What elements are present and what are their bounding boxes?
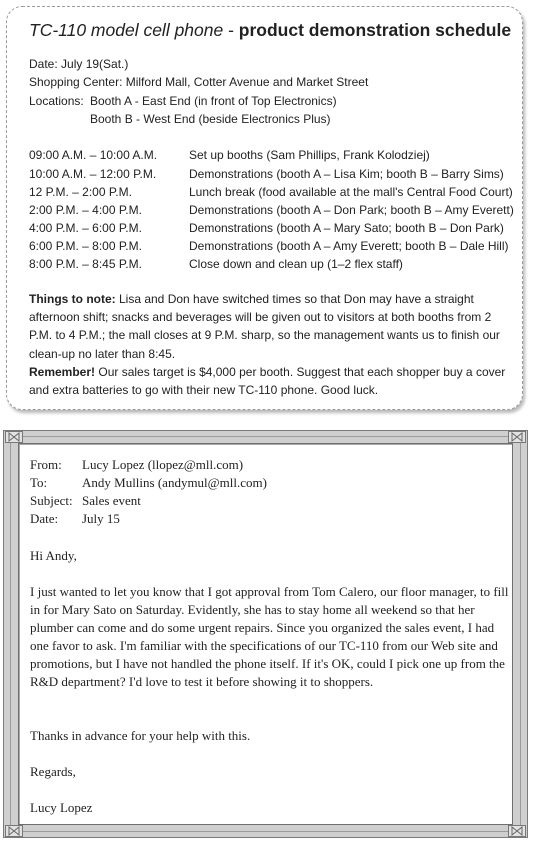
row-event: Demonstrations (booth A – Lisa Kim; boot… xyxy=(189,167,504,181)
email-frame: From: Lucy Lopez (llopez@mll.com) To: An… xyxy=(3,430,528,838)
row-time: 12 P.M. – 2:00 P.M. xyxy=(29,185,132,199)
schedule-row: 8:00 P.M. – 8:45 P.M. Close down and cle… xyxy=(29,257,403,271)
to-value: Andy Mullins (andymul@mll.com) xyxy=(82,475,267,490)
row-time: 10:00 A.M. – 12:00 P.M. xyxy=(29,167,157,181)
schedule-row: 09:00 A.M. – 10:00 A.M. Set up booths (S… xyxy=(29,148,430,162)
note-label: Things to note: xyxy=(29,292,116,306)
email-thanks: Thanks in advance for your help with thi… xyxy=(30,728,251,743)
row-event: Demonstrations (booth A – Amy Everett; b… xyxy=(189,239,509,253)
schedule-date: Date: July 19(Sat.) xyxy=(29,57,129,71)
frame-edge xyxy=(16,436,515,437)
email-closing: Regards, xyxy=(30,764,76,779)
schedule-row: 4:00 P.M. – 6:00 P.M. Demonstrations (bo… xyxy=(29,221,504,235)
row-event: Set up booths (Sam Phillips, Frank Kolod… xyxy=(189,148,430,162)
schedule-row: 10:00 A.M. – 12:00 P.M. Demonstrations (… xyxy=(29,167,504,181)
email-date: Date: July 15 xyxy=(30,511,120,527)
email-subject: Subject: Sales event xyxy=(30,493,141,509)
email-paragraph: I just wanted to let you know that I got… xyxy=(30,584,509,689)
subject-label: Subject: xyxy=(30,493,73,508)
corner-ornament-icon xyxy=(5,431,23,443)
title-heading: product demonstration schedule xyxy=(238,20,512,40)
frame-edge xyxy=(10,443,11,825)
row-time: 8:00 P.M. – 8:45 P.M. xyxy=(29,257,142,271)
things-to-note: Things to note: Lisa and Don have switch… xyxy=(29,290,509,399)
frame-edge xyxy=(16,831,515,832)
frame-edge xyxy=(520,443,521,825)
schedule-location-b: Booth B - West End (beside Electronics P… xyxy=(90,112,331,126)
email-body: From: Lucy Lopez (llopez@mll.com) To: An… xyxy=(18,443,513,825)
title-product: TC-110 model cell phone xyxy=(29,20,224,40)
schedule-row: 6:00 P.M. – 8:00 P.M. Demonstrations (bo… xyxy=(29,239,509,253)
email-signature: Lucy Lopez xyxy=(30,800,93,815)
schedule-location-a: Booth A - East End (in front of Top Elec… xyxy=(90,94,337,108)
email-from: From: Lucy Lopez (llopez@mll.com) xyxy=(30,457,243,473)
subject-value: Sales event xyxy=(82,493,141,508)
row-time: 09:00 A.M. – 10:00 A.M. xyxy=(29,148,158,162)
row-event: Demonstrations (booth A – Mary Sato; boo… xyxy=(189,221,504,235)
corner-ornament-icon xyxy=(508,825,526,837)
row-event: Demonstrations (booth A – Don Park; boot… xyxy=(189,203,514,217)
row-time: 2:00 P.M. – 4:00 P.M. xyxy=(29,203,142,217)
to-label: To: xyxy=(30,475,48,490)
remember-label: Remember! xyxy=(29,364,96,379)
schedule-row: 2:00 P.M. – 4:00 P.M. Demonstrations (bo… xyxy=(29,203,514,217)
email-greeting: Hi Andy, xyxy=(30,548,77,563)
from-label: From: xyxy=(30,457,62,472)
title-separator: - xyxy=(223,20,239,40)
date-value: July 15 xyxy=(82,511,120,526)
from-value: Lucy Lopez (llopez@mll.com) xyxy=(82,457,244,472)
date-label: Date: xyxy=(30,511,59,526)
email-to: To: Andy Mullins (andymul@mll.com) xyxy=(30,475,267,491)
schedule-card: TC-110 model cell phone - product demons… xyxy=(6,6,523,410)
row-event: Lunch break (food available at the mall'… xyxy=(189,185,513,199)
row-time: 4:00 P.M. – 6:00 P.M. xyxy=(29,221,142,235)
schedule-row: 12 P.M. – 2:00 P.M. Lunch break (food av… xyxy=(29,185,513,199)
remember-text: Our sales target is $4,000 per booth. Su… xyxy=(29,364,509,398)
corner-ornament-icon xyxy=(508,431,526,443)
corner-ornament-icon xyxy=(5,825,23,837)
row-event: Close down and clean up (1–2 flex staff) xyxy=(189,257,403,271)
schedule-center: Shopping Center: Milford Mall, Cotter Av… xyxy=(29,75,369,89)
schedule-locations-label: Locations: xyxy=(29,94,84,108)
schedule-title: TC-110 model cell phone - product demons… xyxy=(29,20,511,41)
row-time: 6:00 P.M. – 8:00 P.M. xyxy=(29,239,142,253)
